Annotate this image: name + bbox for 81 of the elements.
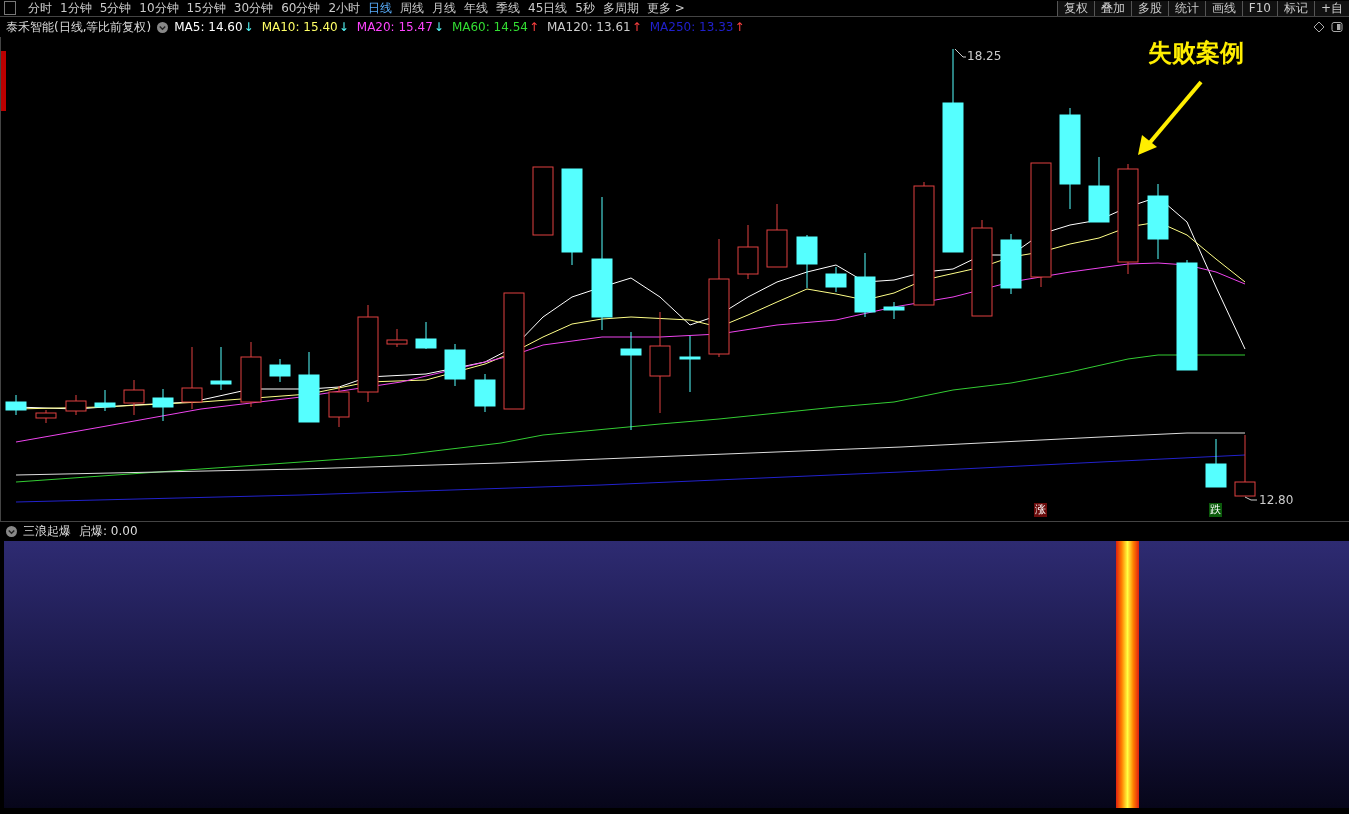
candlestick — [298, 351, 320, 423]
period-tab[interactable]: 年线 — [460, 0, 493, 16]
trend-arrow: ↑ — [528, 20, 539, 34]
moving-average-label: MA120: 13.61 — [547, 20, 631, 34]
dropdown-icon[interactable] — [157, 21, 169, 33]
candlestick — [240, 341, 262, 408]
period-tab[interactable]: 10分钟 — [135, 0, 183, 16]
period-tab[interactable]: 季线 — [492, 0, 525, 16]
moving-average-label: MA10: 15.40 — [261, 20, 338, 34]
diamond-icon[interactable] — [1313, 21, 1325, 33]
toolbar-button[interactable]: 多股 — [1130, 0, 1168, 16]
period-tab[interactable]: 月线 — [428, 0, 461, 16]
trend-arrow: ↓ — [338, 20, 349, 34]
period-tab[interactable]: 60分钟 — [277, 0, 325, 16]
candlestick — [5, 394, 27, 416]
moving-average-label: MA5: 14.60 — [174, 20, 243, 34]
candlestick — [854, 252, 876, 318]
candlestick — [123, 379, 145, 416]
stock-title: 泰禾智能(日线,等比前复权) — [6, 18, 152, 36]
candlestick — [766, 203, 788, 268]
candlestick — [1205, 438, 1227, 488]
candlestick — [65, 394, 87, 416]
panel-icon[interactable] — [1331, 21, 1343, 33]
period-tab[interactable]: 更多 > — [642, 0, 689, 16]
candlestick — [152, 388, 174, 422]
candlestick — [679, 335, 701, 393]
period-tab[interactable]: 2小时 — [324, 0, 365, 16]
period-tab[interactable]: 周线 — [396, 0, 429, 16]
candlestick — [415, 321, 437, 350]
period-tab[interactable]: 30分钟 — [229, 0, 278, 16]
trend-arrow: ↓ — [433, 20, 444, 34]
candlestick — [1234, 434, 1256, 497]
moving-average-label: MA20: 15.47 — [356, 20, 433, 34]
toolbar-button[interactable]: 画线 — [1204, 0, 1242, 16]
candlestick — [883, 301, 905, 320]
period-tab[interactable]: 45日线 — [524, 0, 572, 16]
period-tab[interactable]: 5秒 — [571, 0, 599, 16]
toolbar-button[interactable]: F10 — [1241, 0, 1277, 16]
signal-marker: 涨 — [1034, 503, 1047, 517]
candlestick — [386, 328, 408, 348]
candlestick — [181, 346, 203, 410]
trend-arrow: ↑ — [734, 20, 745, 34]
toolbar-button[interactable]: 叠加 — [1093, 0, 1131, 16]
period-tab[interactable]: 分时 — [24, 0, 56, 16]
candlestick — [444, 343, 466, 387]
indicator-reading: 启爆: 0.00 — [79, 523, 138, 540]
period-tab[interactable]: 日线 — [364, 0, 397, 16]
low-price-label: 12.80 — [1259, 493, 1294, 507]
candlestick — [474, 373, 496, 413]
toolbar-button[interactable]: +自 — [1313, 0, 1349, 16]
indicator-name: 三浪起爆 — [23, 523, 71, 540]
trend-arrow: ↓ — [243, 20, 254, 34]
candlestick — [94, 389, 116, 412]
candlestick — [1000, 233, 1022, 295]
high-price-label: 18.25 — [967, 49, 1002, 63]
scroll-marker — [1, 51, 6, 111]
period-tab[interactable]: 15分钟 — [182, 0, 230, 16]
candlestick — [35, 409, 57, 424]
signal-marker: 跌 — [1209, 503, 1222, 517]
candlestick — [737, 224, 759, 280]
moving-average-label: MA250: 13.33 — [649, 20, 734, 34]
toolbar-button[interactable]: 标记 — [1276, 0, 1314, 16]
moving-average-label: MA60: 14.54 — [451, 20, 528, 34]
trend-arrow: ↑ — [631, 20, 642, 34]
candlestick — [825, 266, 847, 293]
panel-toggle-icon[interactable] — [4, 1, 16, 15]
toolbar-button[interactable]: 统计 — [1167, 0, 1205, 16]
annotation-label: 失败案例 — [1148, 38, 1244, 69]
dropdown-icon[interactable] — [6, 526, 17, 537]
period-tab[interactable]: 5分钟 — [95, 0, 136, 16]
candlestick — [532, 166, 554, 236]
toolbar-button[interactable]: 复权 — [1056, 0, 1094, 16]
leader-line — [1244, 496, 1258, 501]
candlestick — [210, 346, 232, 391]
leader-line — [954, 48, 967, 58]
candlestick — [328, 385, 350, 428]
candlestick — [269, 358, 291, 383]
period-tab[interactable]: 1分钟 — [56, 0, 96, 16]
candlestick — [796, 234, 818, 289]
candlestick — [1088, 156, 1110, 223]
period-tab[interactable]: 多周期 — [598, 0, 643, 16]
